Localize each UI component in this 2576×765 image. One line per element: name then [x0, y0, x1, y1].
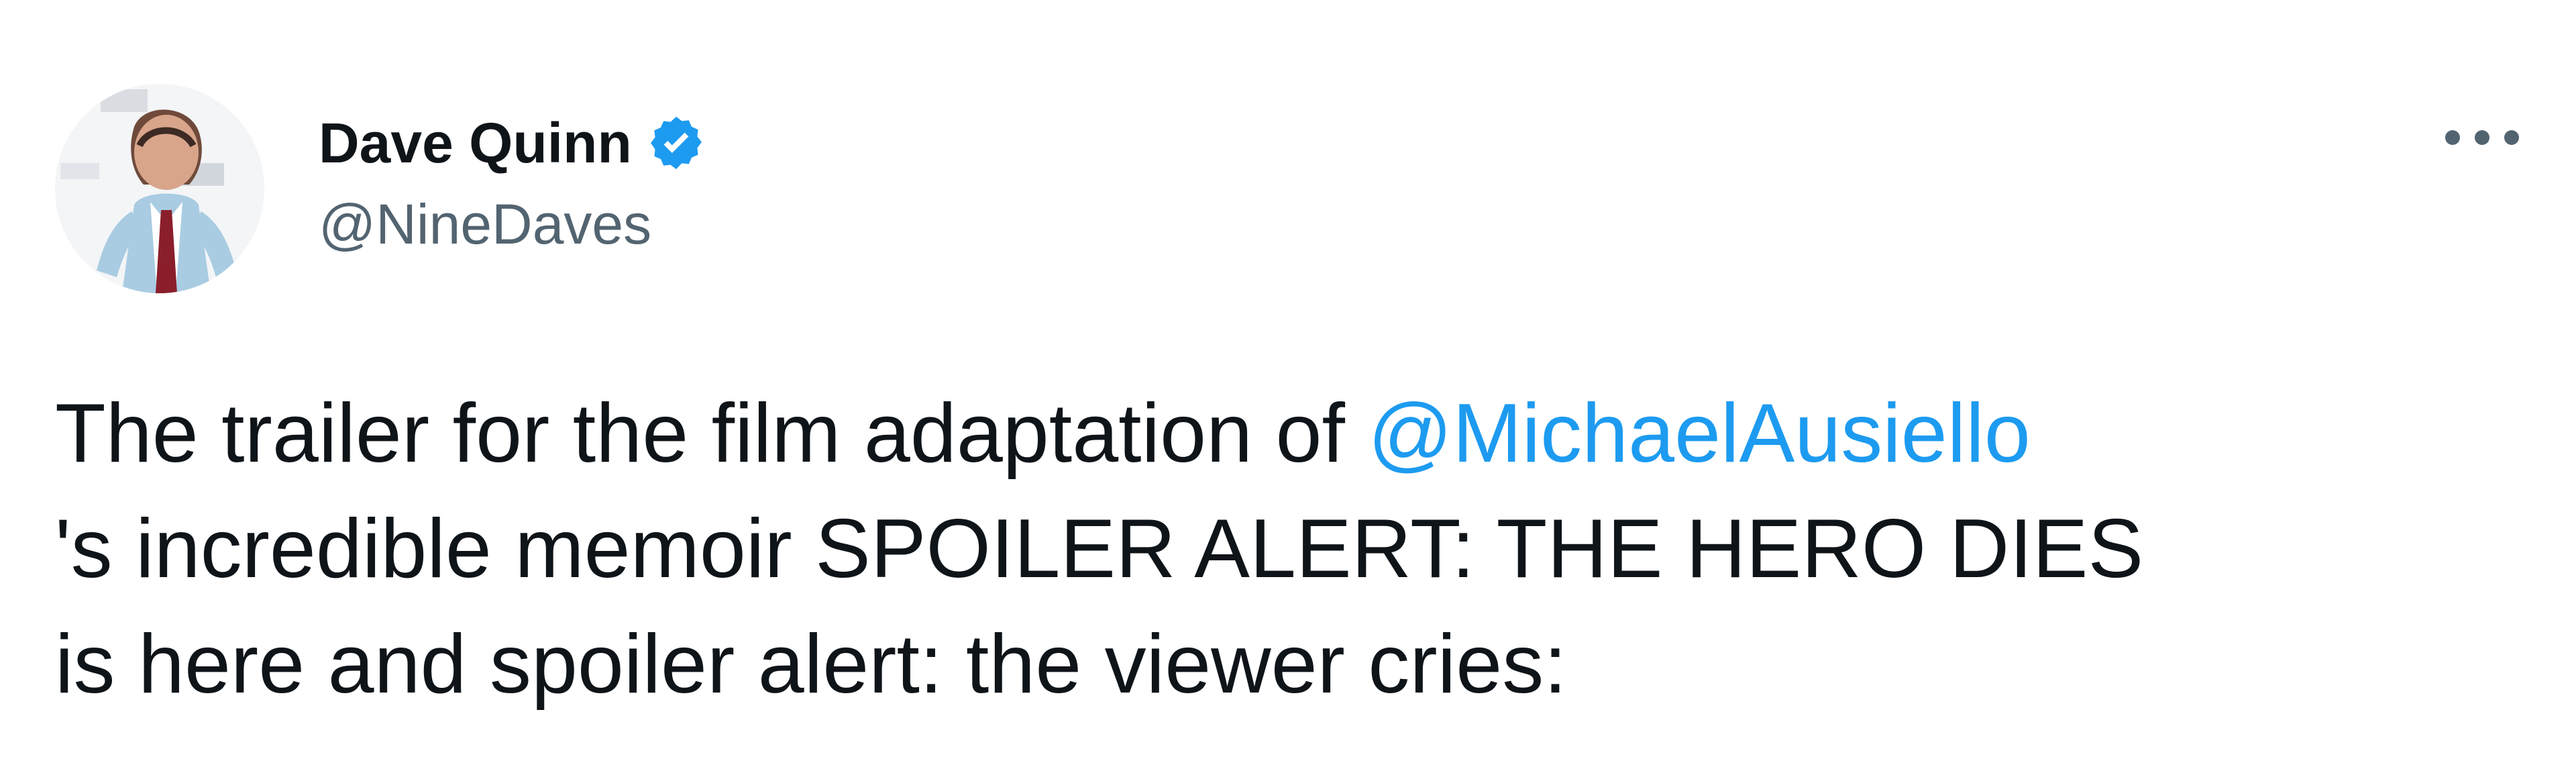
more-horizontal-icon	[2504, 130, 2519, 145]
tweet-text-line-3: is here and spoiler alert: the viewer cr…	[55, 618, 1567, 711]
author-handle[interactable]: @NineDaves	[319, 196, 651, 252]
author-name[interactable]: Dave Quinn	[319, 115, 632, 171]
more-options-button[interactable]	[2445, 114, 2519, 161]
tweet-text-prefix: The trailer for the film adaptation of	[55, 387, 1368, 480]
mention-link[interactable]: @MichaelAusiello	[1368, 387, 2030, 480]
more-horizontal-icon	[2445, 130, 2460, 145]
avatar[interactable]	[55, 84, 264, 293]
tweet-text-line-1: The trailer for the film adaptation of @…	[55, 376, 2537, 491]
verified-badge-icon	[645, 112, 707, 174]
avatar-image	[55, 84, 264, 293]
tweet-text-line-2: 's incredible memoir SPOILER ALERT: THE …	[55, 503, 2144, 595]
author-name-row: Dave Quinn	[319, 106, 707, 180]
tweet-card: Dave Quinn @NineDaves The trailer for th…	[0, 0, 2576, 765]
tweet-text: The trailer for the film adaptation of @…	[55, 376, 2537, 722]
more-horizontal-icon	[2475, 130, 2489, 145]
